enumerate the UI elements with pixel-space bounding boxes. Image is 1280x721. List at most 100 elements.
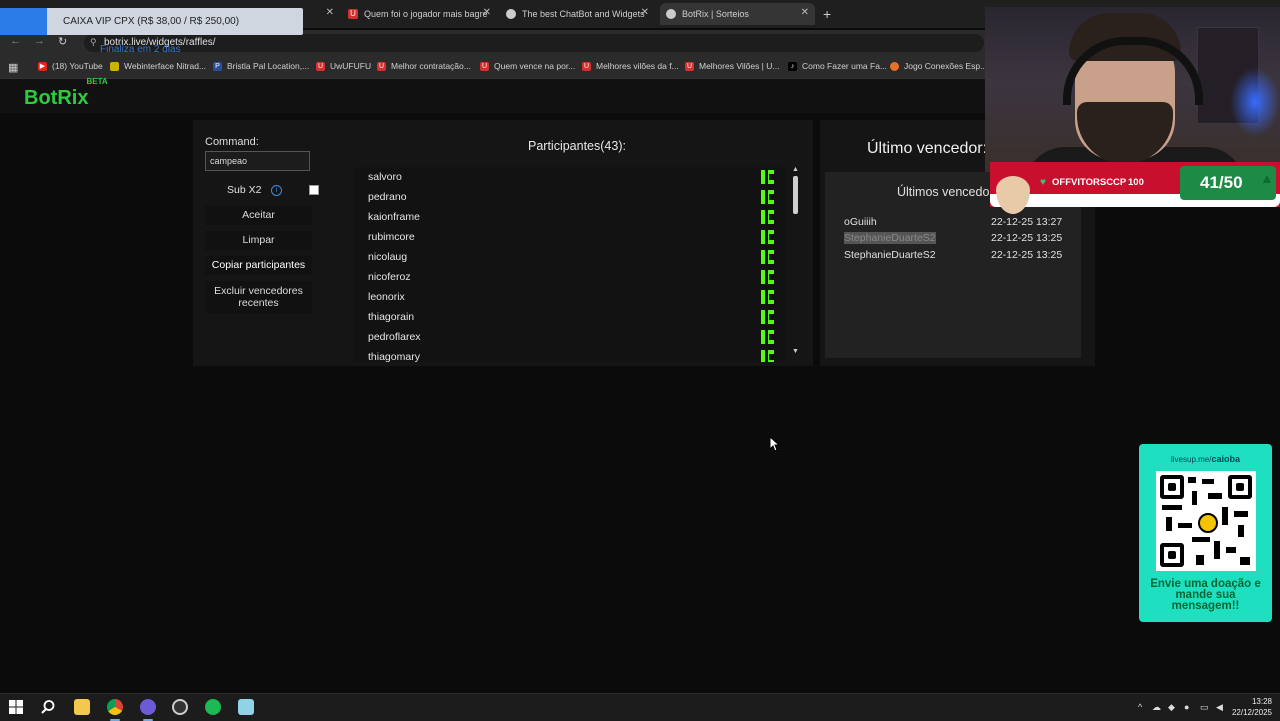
site-favicon-icon [666, 9, 676, 19]
uwufufu-icon: U [377, 61, 386, 71]
site-favicon-icon [506, 9, 516, 19]
scroll-up-arrow-icon[interactable]: ▲ [792, 166, 799, 173]
info-icon[interactable]: i [271, 185, 282, 196]
tray-chevron-icon[interactable]: ^ [1138, 702, 1142, 712]
close-tab-icon[interactable]: ✕ [641, 7, 649, 18]
scrollbar-thumb[interactable] [793, 176, 798, 214]
scroll-down-arrow-icon[interactable]: ▼ [792, 348, 799, 355]
chrome-icon[interactable] [107, 699, 123, 715]
participants-list[interactable]: salvoro pedrano kaionframe rubimcore nic… [354, 167, 786, 362]
qr-finder [1228, 475, 1252, 499]
tab-title: Quem foi o jogador mais bagre [364, 9, 488, 19]
microphone-icon[interactable]: ● [1184, 702, 1189, 712]
tab-2[interactable]: U Quem foi o jogador mais bagre ✕ [342, 3, 497, 25]
app-icon[interactable] [140, 699, 156, 715]
nitrado-icon [110, 61, 119, 71]
bookmark-youtube[interactable]: ▶ (18) YouTube [38, 61, 103, 71]
bookmark-conexoes[interactable]: Jogo Conexões Esp... [890, 61, 987, 71]
system-clock[interactable]: 13:28 22/12/2025 [1232, 696, 1272, 718]
close-tab-icon[interactable]: ✕ [483, 7, 491, 18]
clock-time: 13:28 [1251, 697, 1272, 706]
apps-grid-icon[interactable]: ▦ [8, 61, 18, 74]
christmas-tree-icon: ▲ [1260, 170, 1274, 186]
close-tab-icon[interactable]: ✕ [326, 7, 334, 18]
sub-goal-overlay: ♥ OFFVITORSCCP 100 41/50 ▲ [990, 162, 1280, 214]
participant-name: pedrano [368, 191, 407, 203]
bookmark-tiktok[interactable]: ♪ Como Fazer uma Fa... [788, 61, 887, 71]
donation-message: Envie uma doação e mande sua mensagem!! [1150, 578, 1261, 612]
kick-icon [761, 290, 774, 304]
donation-url: livesup.me/caioba [1171, 454, 1240, 464]
reload-icon[interactable]: ↻ [58, 35, 67, 48]
participant-name: kaionframe [368, 211, 420, 223]
forward-icon[interactable]: → [34, 35, 45, 47]
kick-icon [761, 270, 774, 284]
bookmark-quem-vence[interactable]: U Quem vence na por... [480, 61, 575, 71]
kick-icon [761, 310, 774, 324]
uwufufu-icon: U [582, 61, 591, 71]
tab-3[interactable]: The best ChatBot and Widgets ✕ [500, 3, 655, 25]
tiktok-icon: ♪ [788, 61, 797, 71]
back-icon[interactable]: ← [10, 35, 21, 47]
kick-icon [761, 350, 774, 362]
participant-name: pedroflarex [368, 331, 421, 343]
participant-name: nicoferoz [368, 271, 411, 283]
sub-x2-label: Sub X2 [227, 184, 262, 196]
file-explorer-icon[interactable] [74, 699, 90, 715]
santa-avatar-icon [996, 166, 1030, 214]
botrix-logo[interactable]: BotRixBETA [24, 77, 110, 110]
site-info-icon[interactable]: ⚲ [90, 37, 97, 48]
notification-accent [0, 8, 47, 35]
bookmark-uwufufu[interactable]: U UwUFUFU [316, 61, 371, 71]
bookmark-melhores-viloes-u[interactable]: U Melhores Vilões | U... [685, 61, 779, 71]
youtube-icon: ▶ [38, 61, 47, 71]
qr-finder [1160, 475, 1184, 499]
kick-icon [761, 250, 774, 264]
volume-icon[interactable]: ◀ [1216, 702, 1223, 713]
qr-logo-icon [1198, 513, 1218, 533]
qr-finder [1160, 543, 1184, 567]
tab-title: The best ChatBot and Widgets [522, 9, 645, 19]
uwufufu-icon: U [685, 61, 694, 71]
clock-date: 22/12/2025 [1231, 708, 1272, 717]
bookmark-melhores-viloes[interactable]: U Melhores vilões da f... [582, 61, 679, 71]
new-tab-icon[interactable]: + [823, 6, 831, 22]
bookmark-nitrado[interactable]: Webinterface Nitrad... [110, 61, 206, 71]
tab-botrix-active[interactable]: BotRix | Sorteios ✕ [660, 3, 815, 25]
bookmark-melhor-contratacao[interactable]: U Melhor contratação... [377, 61, 471, 71]
winner-name-selected: StephanieDuarteS2 [844, 232, 936, 244]
cloud-icon[interactable]: ☁ [1152, 702, 1161, 713]
accept-button[interactable]: Aceitar [205, 206, 312, 225]
sub-goal-user: OFFVITORSCCP [1052, 177, 1127, 188]
last-winner-title: Último vencedor: [867, 140, 988, 157]
windows-start-icon[interactable] [8, 699, 24, 715]
bookmark-bristla[interactable]: P Bristla Pal Location,... [213, 61, 309, 71]
game-icon [890, 61, 899, 71]
sub-goal-progress: 41/50 [1200, 173, 1243, 192]
beta-badge: BETA [86, 77, 108, 87]
exclude-recent-winners-button[interactable]: Excluir vencedores recentes [205, 281, 312, 313]
qr-code [1156, 471, 1256, 571]
recent-winners-title: Últimos vencedo [897, 185, 990, 199]
heart-icon: ♥ [1040, 177, 1046, 188]
command-input[interactable] [205, 151, 310, 171]
winner-date: 22-12-25 13:27 [991, 216, 1063, 228]
clear-button[interactable]: Limpar [205, 231, 312, 250]
donation-qr-card: livesup.me/caioba Envie uma doação e man… [1139, 444, 1272, 622]
url-field[interactable]: ⚲ botrix.live/widgets/raffles/ [84, 34, 984, 52]
uwufufu-icon: U [480, 61, 489, 71]
notification-title: CAIXA VIP CPX (R$ 38,00 / R$ 250,00) [63, 16, 240, 27]
winner-date: 22-12-25 13:25 [991, 249, 1063, 261]
network-icon[interactable]: ▭ [1200, 702, 1209, 713]
notification-subtitle: Finaliza em 2 dias [100, 44, 181, 55]
notepad-icon[interactable] [238, 699, 254, 715]
uwufufu-icon: U [316, 61, 325, 71]
search-icon[interactable] [40, 699, 56, 715]
close-tab-icon[interactable]: ✕ [801, 7, 809, 18]
copy-participants-button[interactable]: Copiar participantes [205, 256, 312, 275]
participant-name: leonorix [368, 291, 405, 303]
tray-app-icon[interactable]: ◆ [1168, 702, 1175, 713]
spotify-icon[interactable] [205, 699, 221, 715]
obs-icon[interactable] [172, 699, 188, 715]
sub-x2-checkbox[interactable] [309, 185, 319, 195]
